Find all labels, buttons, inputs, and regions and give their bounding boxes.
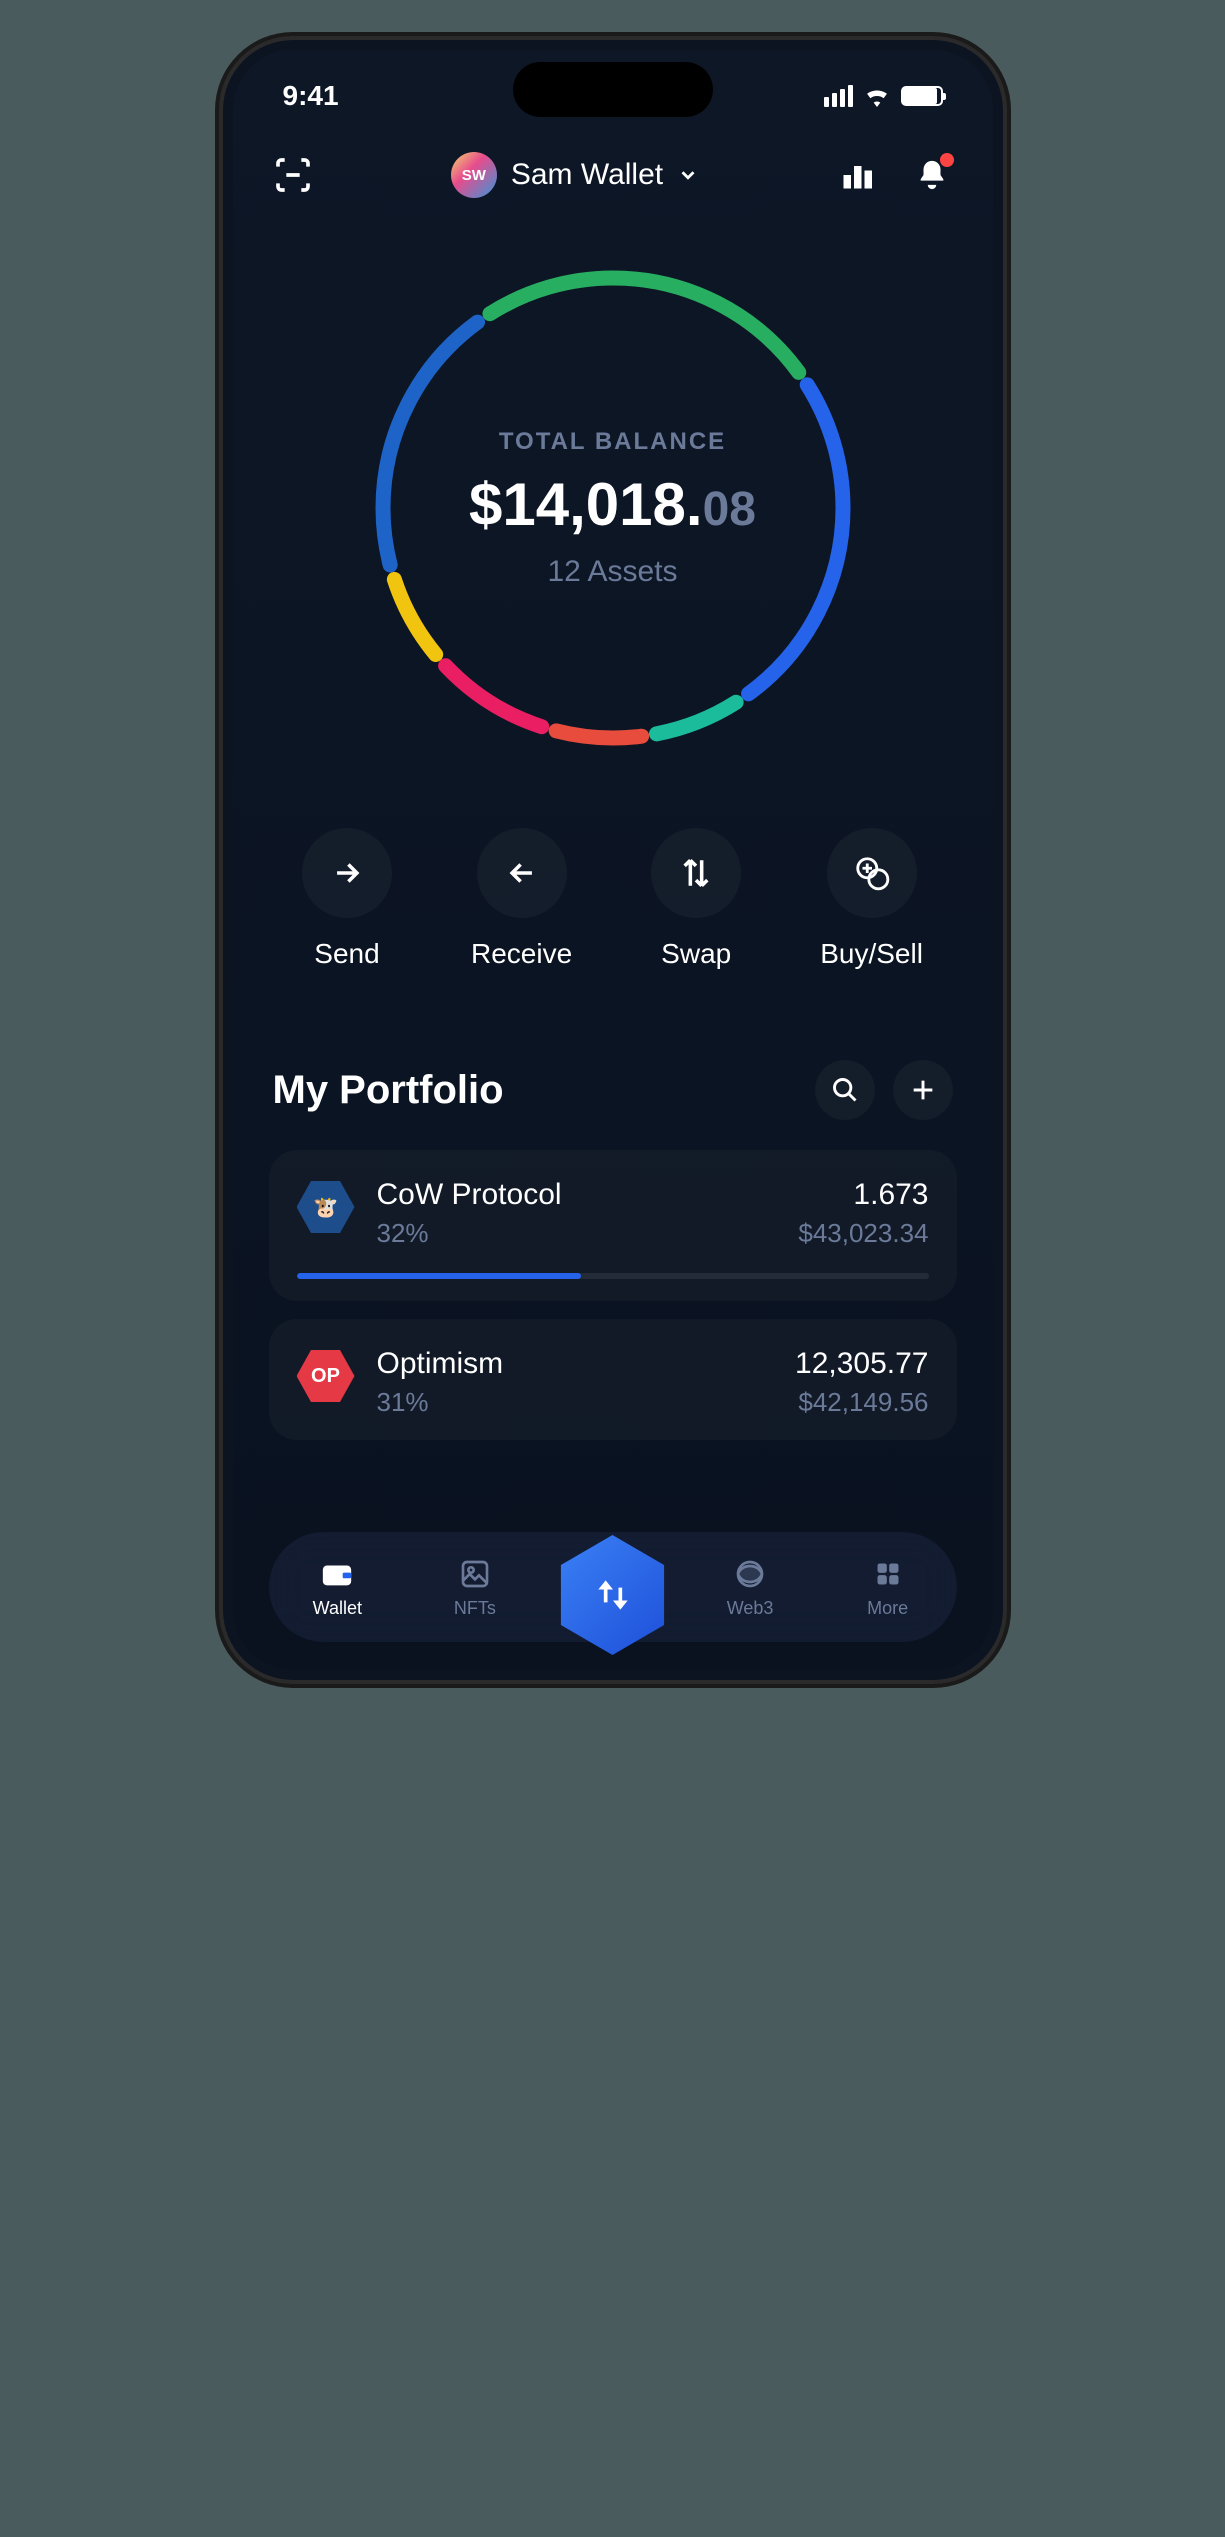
- nav-more[interactable]: More: [843, 1556, 933, 1619]
- asset-card[interactable]: 🐮 CoW Protocol 32% 1.673 $43,023.34: [269, 1150, 957, 1301]
- fab-swap-icon: [591, 1573, 635, 1617]
- asset-usd: $43,023.34: [798, 1218, 928, 1249]
- add-button[interactable]: [893, 1060, 953, 1120]
- plus-icon: [909, 1076, 937, 1104]
- nav-nfts[interactable]: NFTs: [430, 1556, 520, 1619]
- asset-usd: $42,149.56: [795, 1387, 928, 1418]
- wifi-icon: [863, 85, 891, 107]
- asset-icon: OP: [297, 1347, 355, 1405]
- asset-amount: 12,305.77: [795, 1347, 928, 1381]
- nav-wallet[interactable]: Wallet: [292, 1556, 382, 1619]
- header: SW Sam Wallet: [233, 122, 993, 228]
- balance-amount: $14,018.08: [469, 470, 756, 539]
- progress-bar: [297, 1273, 929, 1279]
- asset-pct: 32%: [377, 1218, 777, 1249]
- grid-icon: [870, 1556, 906, 1592]
- actions-row: Send Receive Swap Buy/Sell: [233, 798, 993, 1030]
- wallet-selector[interactable]: SW Sam Wallet: [451, 152, 699, 198]
- buysell-icon: [827, 828, 917, 918]
- image-icon: [457, 1556, 493, 1592]
- portfolio-title: My Portfolio: [273, 1068, 504, 1113]
- assets-count: 12 Assets: [547, 555, 677, 589]
- swap-button[interactable]: Swap: [651, 828, 741, 970]
- asset-name: Optimism: [377, 1347, 774, 1381]
- notch: [513, 62, 713, 117]
- chevron-down-icon: [677, 164, 699, 186]
- buysell-button[interactable]: Buy/Sell: [820, 828, 923, 970]
- portfolio-header: My Portfolio: [233, 1030, 993, 1150]
- wallet-name: Sam Wallet: [511, 158, 663, 192]
- signal-icon: [824, 85, 853, 107]
- search-icon: [831, 1076, 859, 1104]
- device-frame: 9:41 SW Sam Wallet: [223, 40, 1003, 1680]
- notification-dot: [940, 153, 954, 167]
- asset-icon: 🐮: [297, 1178, 355, 1236]
- bell-icon[interactable]: [912, 155, 952, 195]
- wallet-avatar: SW: [451, 152, 497, 198]
- wallet-icon: [319, 1556, 355, 1592]
- asset-card[interactable]: OP Optimism 31% 12,305.77 $42,149.56: [269, 1319, 957, 1440]
- balance-ring: TOTAL BALANCE $14,018.08 12 Assets: [233, 228, 993, 798]
- globe-icon: [732, 1556, 768, 1592]
- status-time: 9:41: [283, 80, 339, 112]
- search-button[interactable]: [815, 1060, 875, 1120]
- send-button[interactable]: Send: [302, 828, 392, 970]
- send-icon: [302, 828, 392, 918]
- asset-pct: 31%: [377, 1387, 774, 1418]
- receive-icon: [477, 828, 567, 918]
- asset-name: CoW Protocol: [377, 1178, 777, 1212]
- receive-button[interactable]: Receive: [471, 828, 572, 970]
- nav-web3[interactable]: Web3: [705, 1556, 795, 1619]
- balance-label: TOTAL BALANCE: [499, 428, 726, 456]
- asset-amount: 1.673: [798, 1178, 928, 1212]
- fab-swap-button[interactable]: [553, 1535, 673, 1655]
- battery-icon: [901, 86, 943, 106]
- screen: 9:41 SW Sam Wallet: [233, 50, 993, 1670]
- swap-icon: [651, 828, 741, 918]
- status-icons: [824, 85, 943, 107]
- scan-icon[interactable]: [273, 155, 313, 195]
- chart-icon[interactable]: [837, 155, 877, 195]
